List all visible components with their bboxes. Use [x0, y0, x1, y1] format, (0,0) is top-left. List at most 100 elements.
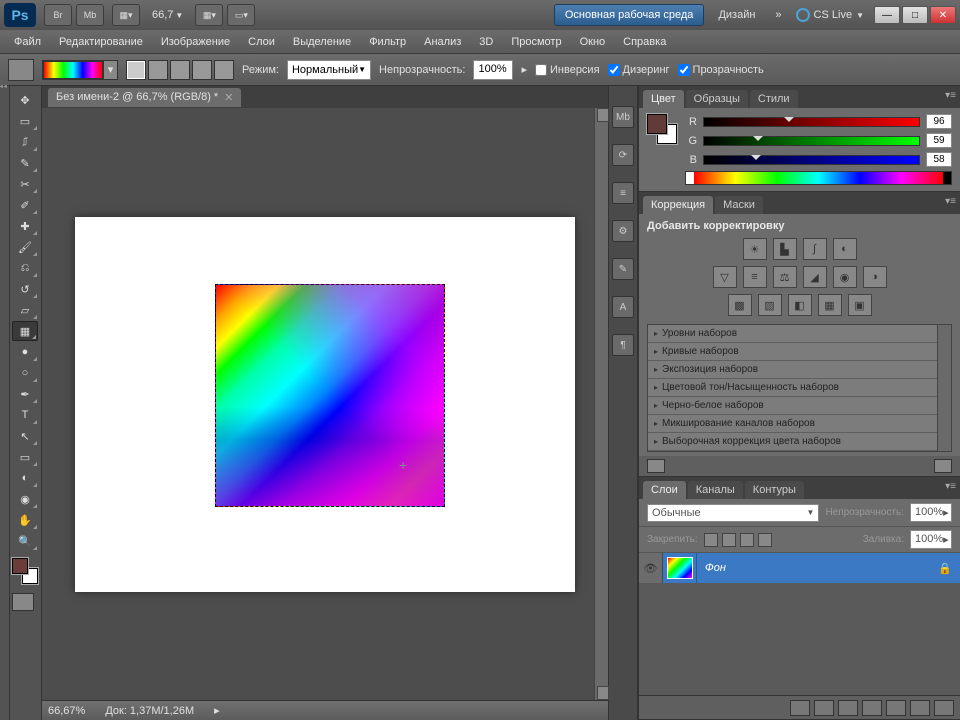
tool-preset-picker[interactable]: [8, 59, 34, 81]
status-docsize[interactable]: Док: 1,37M/1,26M: [105, 705, 194, 717]
transparency-checkbox[interactable]: Прозрачность: [678, 64, 764, 76]
new-adjustment-icon[interactable]: [862, 700, 882, 716]
zoom-tool[interactable]: 🔍: [12, 531, 38, 551]
color-swatches[interactable]: [12, 558, 38, 584]
foreground-color[interactable]: [12, 558, 28, 574]
new-layer-icon[interactable]: [910, 700, 930, 716]
vertical-scrollbar[interactable]: [594, 108, 608, 700]
adj-channelmixer-icon[interactable]: ◑: [863, 266, 887, 288]
adj-brightness-icon[interactable]: ☀: [743, 238, 767, 260]
type-tool[interactable]: T: [12, 405, 38, 425]
adj-posterize-icon[interactable]: ▨: [758, 294, 782, 316]
menu-file[interactable]: Файл: [6, 33, 49, 51]
bridge-button[interactable]: Br: [44, 4, 72, 26]
lock-all-icon[interactable]: [758, 533, 772, 547]
close-button[interactable]: ✕: [930, 6, 956, 24]
preset-item[interactable]: Экспозиция наборов: [648, 361, 951, 379]
tab-color[interactable]: Цвет: [643, 90, 684, 108]
gradient-picker[interactable]: ▾: [42, 60, 118, 80]
zoom-level-dropdown[interactable]: 66,7 ▼: [148, 9, 187, 21]
g-value[interactable]: 59: [926, 133, 952, 148]
menu-select[interactable]: Выделение: [285, 33, 359, 51]
eraser-tool[interactable]: ▱: [12, 300, 38, 320]
design-workspace-button[interactable]: Дизайн: [712, 5, 761, 25]
screen-mode-dropdown[interactable]: ▭▾: [227, 4, 255, 26]
adj-threshold-icon[interactable]: ◧: [788, 294, 812, 316]
tab-masks[interactable]: Маски: [715, 196, 763, 214]
tab-adjustments[interactable]: Коррекция: [643, 196, 713, 214]
arrange-docs-dropdown[interactable]: ▦▾: [195, 4, 223, 26]
opacity-input[interactable]: 100%: [473, 60, 513, 80]
gradient-diamond[interactable]: [214, 60, 234, 80]
adj-vibrance-icon[interactable]: ▽: [713, 266, 737, 288]
preset-item[interactable]: Уровни наборов: [648, 325, 951, 343]
adj-selectivecolor-icon[interactable]: ▣: [848, 294, 872, 316]
delete-layer-icon[interactable]: [934, 700, 954, 716]
layer-visibility-icon[interactable]: 👁: [639, 553, 663, 583]
opacity-flyout[interactable]: ▸: [521, 63, 527, 76]
panel-menu-icon[interactable]: ▾≡: [945, 90, 956, 101]
adj-footer-right-icon[interactable]: [934, 459, 952, 473]
tab-channels[interactable]: Каналы: [688, 481, 743, 499]
adj-levels-icon[interactable]: ▙: [773, 238, 797, 260]
r-slider[interactable]: [703, 117, 920, 127]
lasso-tool[interactable]: ⎎: [12, 132, 38, 152]
fill-input[interactable]: 100%▸: [910, 530, 952, 549]
brush-tool[interactable]: 🖌: [12, 237, 38, 257]
maximize-button[interactable]: □: [902, 6, 928, 24]
adj-colorbalance-icon[interactable]: ⚖: [773, 266, 797, 288]
crop-tool[interactable]: ✂: [12, 174, 38, 194]
gradient-linear[interactable]: [126, 60, 146, 80]
menu-edit[interactable]: Редактирование: [51, 33, 151, 51]
adj-bw-icon[interactable]: ◢: [803, 266, 827, 288]
g-slider[interactable]: [703, 136, 920, 146]
menu-analysis[interactable]: Анализ: [416, 33, 469, 51]
lock-transparency-icon[interactable]: [704, 533, 718, 547]
layer-row[interactable]: 👁 Фон 🔒: [639, 553, 960, 583]
move-tool[interactable]: ✥: [12, 90, 38, 110]
tab-layers[interactable]: Слои: [643, 481, 686, 499]
menu-image[interactable]: Изображение: [153, 33, 238, 51]
menu-layers[interactable]: Слои: [240, 33, 283, 51]
canvas[interactable]: +: [75, 217, 575, 592]
preset-item[interactable]: Выборочная коррекция цвета наборов: [648, 433, 951, 451]
tab-swatches[interactable]: Образцы: [686, 90, 748, 108]
reverse-checkbox[interactable]: Инверсия: [535, 64, 600, 76]
gradient-angle[interactable]: [170, 60, 190, 80]
lock-pixels-icon[interactable]: [722, 533, 736, 547]
layer-blend-mode-select[interactable]: Обычные▼: [647, 504, 819, 522]
new-group-icon[interactable]: [886, 700, 906, 716]
tab-styles[interactable]: Стили: [750, 90, 798, 108]
dodge-tool[interactable]: ○: [12, 363, 38, 383]
minibridge-panel-icon[interactable]: Mb: [612, 106, 634, 128]
view-extras-dropdown[interactable]: ▦▾: [112, 4, 140, 26]
toolbox-collapse[interactable]: [0, 86, 10, 720]
menu-filter[interactable]: Фильтр: [361, 33, 414, 51]
fg-swatch[interactable]: [647, 114, 667, 134]
path-select-tool[interactable]: ↖: [12, 426, 38, 446]
status-zoom[interactable]: 66,67%: [48, 705, 85, 717]
preset-item[interactable]: Цветовой тон/Насыщенность наборов: [648, 379, 951, 397]
gradient-reflected[interactable]: [192, 60, 212, 80]
gradient-tool[interactable]: ▦: [12, 321, 38, 341]
blend-mode-select[interactable]: Нормальный▼: [287, 60, 371, 80]
layer-mask-icon[interactable]: [838, 700, 858, 716]
layer-style-icon[interactable]: [814, 700, 834, 716]
quick-mask-toggle[interactable]: [12, 593, 34, 611]
dither-checkbox[interactable]: Дизеринг: [608, 64, 670, 76]
stamp-tool[interactable]: ⎌: [12, 258, 38, 278]
eyedropper-tool[interactable]: ✐: [12, 195, 38, 215]
3d-tool[interactable]: ◐: [12, 468, 38, 488]
minimize-button[interactable]: —: [874, 6, 900, 24]
workspace-button[interactable]: Основная рабочая среда: [554, 4, 705, 26]
document-tab[interactable]: Без имени-2 @ 66,7% (RGB/8) * ✕: [48, 88, 241, 107]
preset-item[interactable]: Кривые наборов: [648, 343, 951, 361]
canvas-viewport[interactable]: +: [42, 108, 608, 700]
adj-gradientmap-icon[interactable]: ▦: [818, 294, 842, 316]
status-flyout[interactable]: ▸: [214, 704, 220, 717]
b-value[interactable]: 58: [926, 152, 952, 167]
layer-name[interactable]: Фон: [697, 562, 938, 574]
preset-item[interactable]: Микширование каналов наборов: [648, 415, 951, 433]
preset-item[interactable]: Черно-белое наборов: [648, 397, 951, 415]
color-fg-bg[interactable]: [647, 114, 677, 144]
